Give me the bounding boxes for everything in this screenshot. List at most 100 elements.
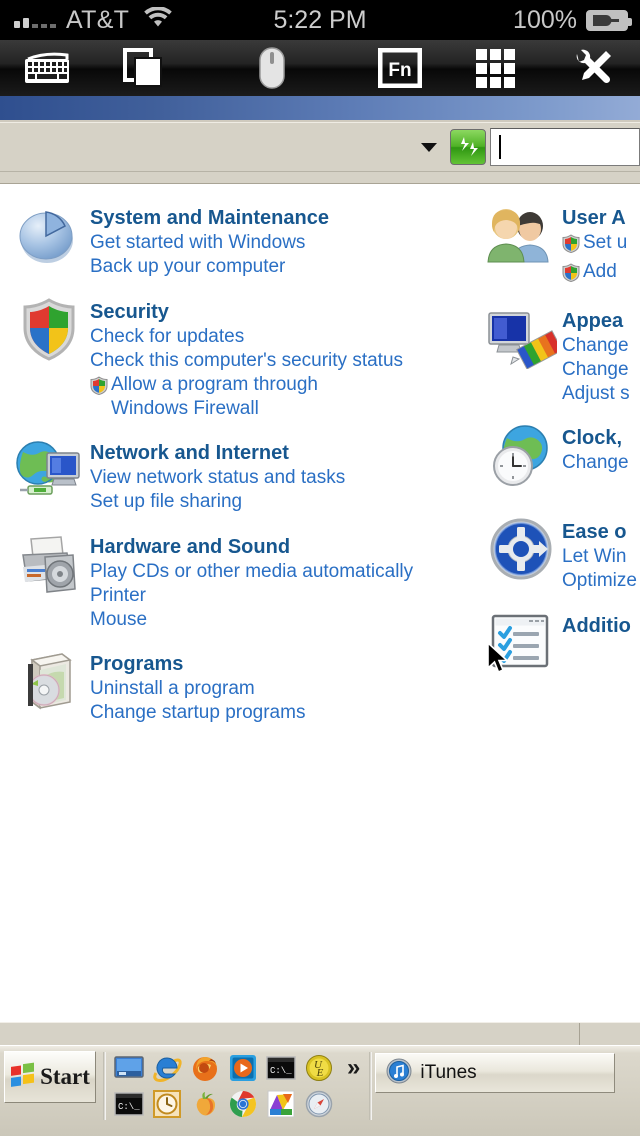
svg-text:E: E [316, 1067, 324, 1079]
chrome-icon[interactable] [227, 1088, 259, 1120]
itunes-task-button-label: iTunes [420, 1062, 477, 1083]
category-title[interactable]: System and Maintenance [90, 206, 478, 231]
fn-icon[interactable]: Fn [352, 40, 448, 96]
category-title[interactable]: Ease o [562, 520, 640, 545]
numpad-icon[interactable] [448, 40, 544, 96]
windows-icon[interactable] [96, 40, 192, 96]
user-accounts-icon [480, 202, 562, 280]
category-title[interactable]: Hardware and Sound [90, 535, 478, 560]
category-link[interactable]: Adjust s [562, 382, 640, 406]
start-button-label: Start [40, 1064, 90, 1089]
control-panel-right-column: User A Set u Add Appea Change Change Adj… [480, 202, 640, 704]
category-link[interactable]: Printer [90, 584, 478, 608]
safari-icon[interactable] [303, 1088, 335, 1120]
control-panel-content: System and Maintenance Get started with … [0, 184, 640, 1022]
category-link-label: Allow a program through Windows Firewall [111, 374, 318, 419]
system-maintenance-icon [8, 202, 90, 280]
category-text: Clock, Change [562, 422, 640, 475]
clock-language-region-icon [480, 422, 562, 500]
category-link[interactable]: Get started with Windows [90, 231, 478, 255]
clock-label: 5:22 PM [273, 5, 367, 34]
category-link[interactable]: Change startup programs [90, 701, 478, 725]
category-user-accounts[interactable]: User A Set u Add [480, 202, 640, 289]
firefox-icon[interactable] [189, 1052, 221, 1084]
status-bar-segment [580, 1023, 640, 1045]
category-link[interactable]: Play CDs or other media automatically [90, 560, 478, 584]
category-title[interactable]: Additio [562, 614, 640, 639]
command-prompt-icon[interactable]: C:\_ [265, 1052, 297, 1084]
category-title[interactable]: Programs [90, 652, 478, 677]
category-link[interactable]: Uninstall a program [90, 677, 478, 701]
category-clock-language-region[interactable]: Clock, Change [480, 422, 640, 500]
category-text: Appea Change Change Adjust s [562, 305, 640, 406]
category-link[interactable]: Change [562, 451, 640, 475]
media-player-icon[interactable] [227, 1052, 259, 1084]
category-additional-options[interactable]: Additio [480, 610, 640, 688]
windows-logo-icon [10, 1062, 36, 1093]
ios-status-bar: AT&T 5:22 PM 100% [0, 0, 640, 40]
category-text: Ease o Let Win Optimize [562, 516, 640, 593]
svg-text:C:\_: C:\_ [270, 1066, 292, 1076]
category-link-label: Set u [583, 232, 628, 253]
itunes-icon [386, 1058, 412, 1089]
search-input[interactable] [490, 128, 640, 166]
category-link[interactable]: Let Win [562, 545, 640, 569]
category-link-elevated[interactable]: Set u [562, 231, 640, 260]
category-link[interactable]: Change [562, 358, 640, 382]
category-link-elevated[interactable]: Add [562, 260, 640, 289]
category-text: Additio [562, 610, 640, 639]
status-bar-text [0, 1023, 580, 1045]
category-security[interactable]: Security Check for updates Check this co… [8, 296, 478, 421]
address-path-field[interactable] [0, 123, 412, 171]
command-prompt-icon[interactable]: C:\_ [113, 1088, 145, 1120]
security-shield-icon [8, 296, 90, 374]
category-link[interactable]: Set up file sharing [90, 490, 478, 514]
category-link[interactable]: Optimize [562, 569, 640, 593]
svg-text:Fn: Fn [388, 60, 411, 81]
category-ease-of-access[interactable]: Ease o Let Win Optimize [480, 516, 640, 594]
show-desktop-icon[interactable] [113, 1052, 145, 1084]
category-text: Hardware and Sound Play CDs or other med… [90, 531, 478, 632]
category-link[interactable]: Change [562, 334, 640, 358]
quick-launch-bar: C:\_ U E » C:\_ [109, 1046, 366, 1136]
quick-launch-more-chevron[interactable]: » [341, 1054, 366, 1082]
category-programs[interactable]: Programs Uninstall a program Change star… [8, 648, 478, 726]
category-link-elevated[interactable]: Allow a program through Windows Firewall [90, 373, 390, 421]
category-title[interactable]: Clock, [562, 426, 640, 451]
category-text: System and Maintenance Get started with … [90, 202, 478, 279]
quick-launch-row-1: C:\_ U E » [109, 1052, 366, 1084]
clock-app-icon[interactable] [151, 1088, 183, 1120]
category-system-and-maintenance[interactable]: System and Maintenance Get started with … [8, 202, 478, 280]
refresh-button[interactable] [450, 129, 486, 165]
uac-shield-icon [90, 376, 108, 402]
category-link[interactable]: Check for updates [90, 325, 478, 349]
category-text: Programs Uninstall a program Change star… [90, 648, 478, 725]
remote-app-toolbar: Fn [0, 40, 640, 96]
category-title[interactable]: User A [562, 206, 640, 231]
category-link[interactable]: Check this computer's security status [90, 349, 478, 373]
programs-icon [8, 648, 90, 726]
category-hardware-and-sound[interactable]: Hardware and Sound Play CDs or other med… [8, 531, 478, 632]
peach-app-icon[interactable] [189, 1088, 221, 1120]
category-title[interactable]: Security [90, 300, 478, 325]
internet-explorer-icon[interactable] [151, 1052, 183, 1084]
start-button[interactable]: Start [4, 1051, 96, 1103]
ultraedit-icon[interactable]: U E [303, 1052, 335, 1084]
menu-strip [0, 172, 640, 184]
keyboard-icon[interactable] [0, 40, 96, 96]
mouse-icon[interactable] [192, 40, 352, 96]
uac-shield-icon [562, 263, 580, 289]
windows-taskbar: Start C:\_ U E » C:\_ iTunes [0, 1045, 640, 1136]
category-link[interactable]: View network status and tasks [90, 466, 478, 490]
itunes-task-button[interactable]: iTunes [375, 1053, 616, 1093]
category-appearance-and-personalization[interactable]: Appea Change Change Adjust s [480, 305, 640, 406]
category-title[interactable]: Network and Internet [90, 441, 478, 466]
category-link[interactable]: Mouse [90, 608, 478, 632]
remote-desktop-viewport[interactable]: System and Maintenance Get started with … [0, 96, 640, 1136]
category-link[interactable]: Back up your computer [90, 255, 478, 279]
category-title[interactable]: Appea [562, 309, 640, 334]
category-network-and-internet[interactable]: Network and Internet View network status… [8, 437, 478, 515]
picasa-icon[interactable] [265, 1088, 297, 1120]
tools-icon[interactable] [544, 40, 640, 96]
chevron-down-icon[interactable] [412, 142, 446, 152]
